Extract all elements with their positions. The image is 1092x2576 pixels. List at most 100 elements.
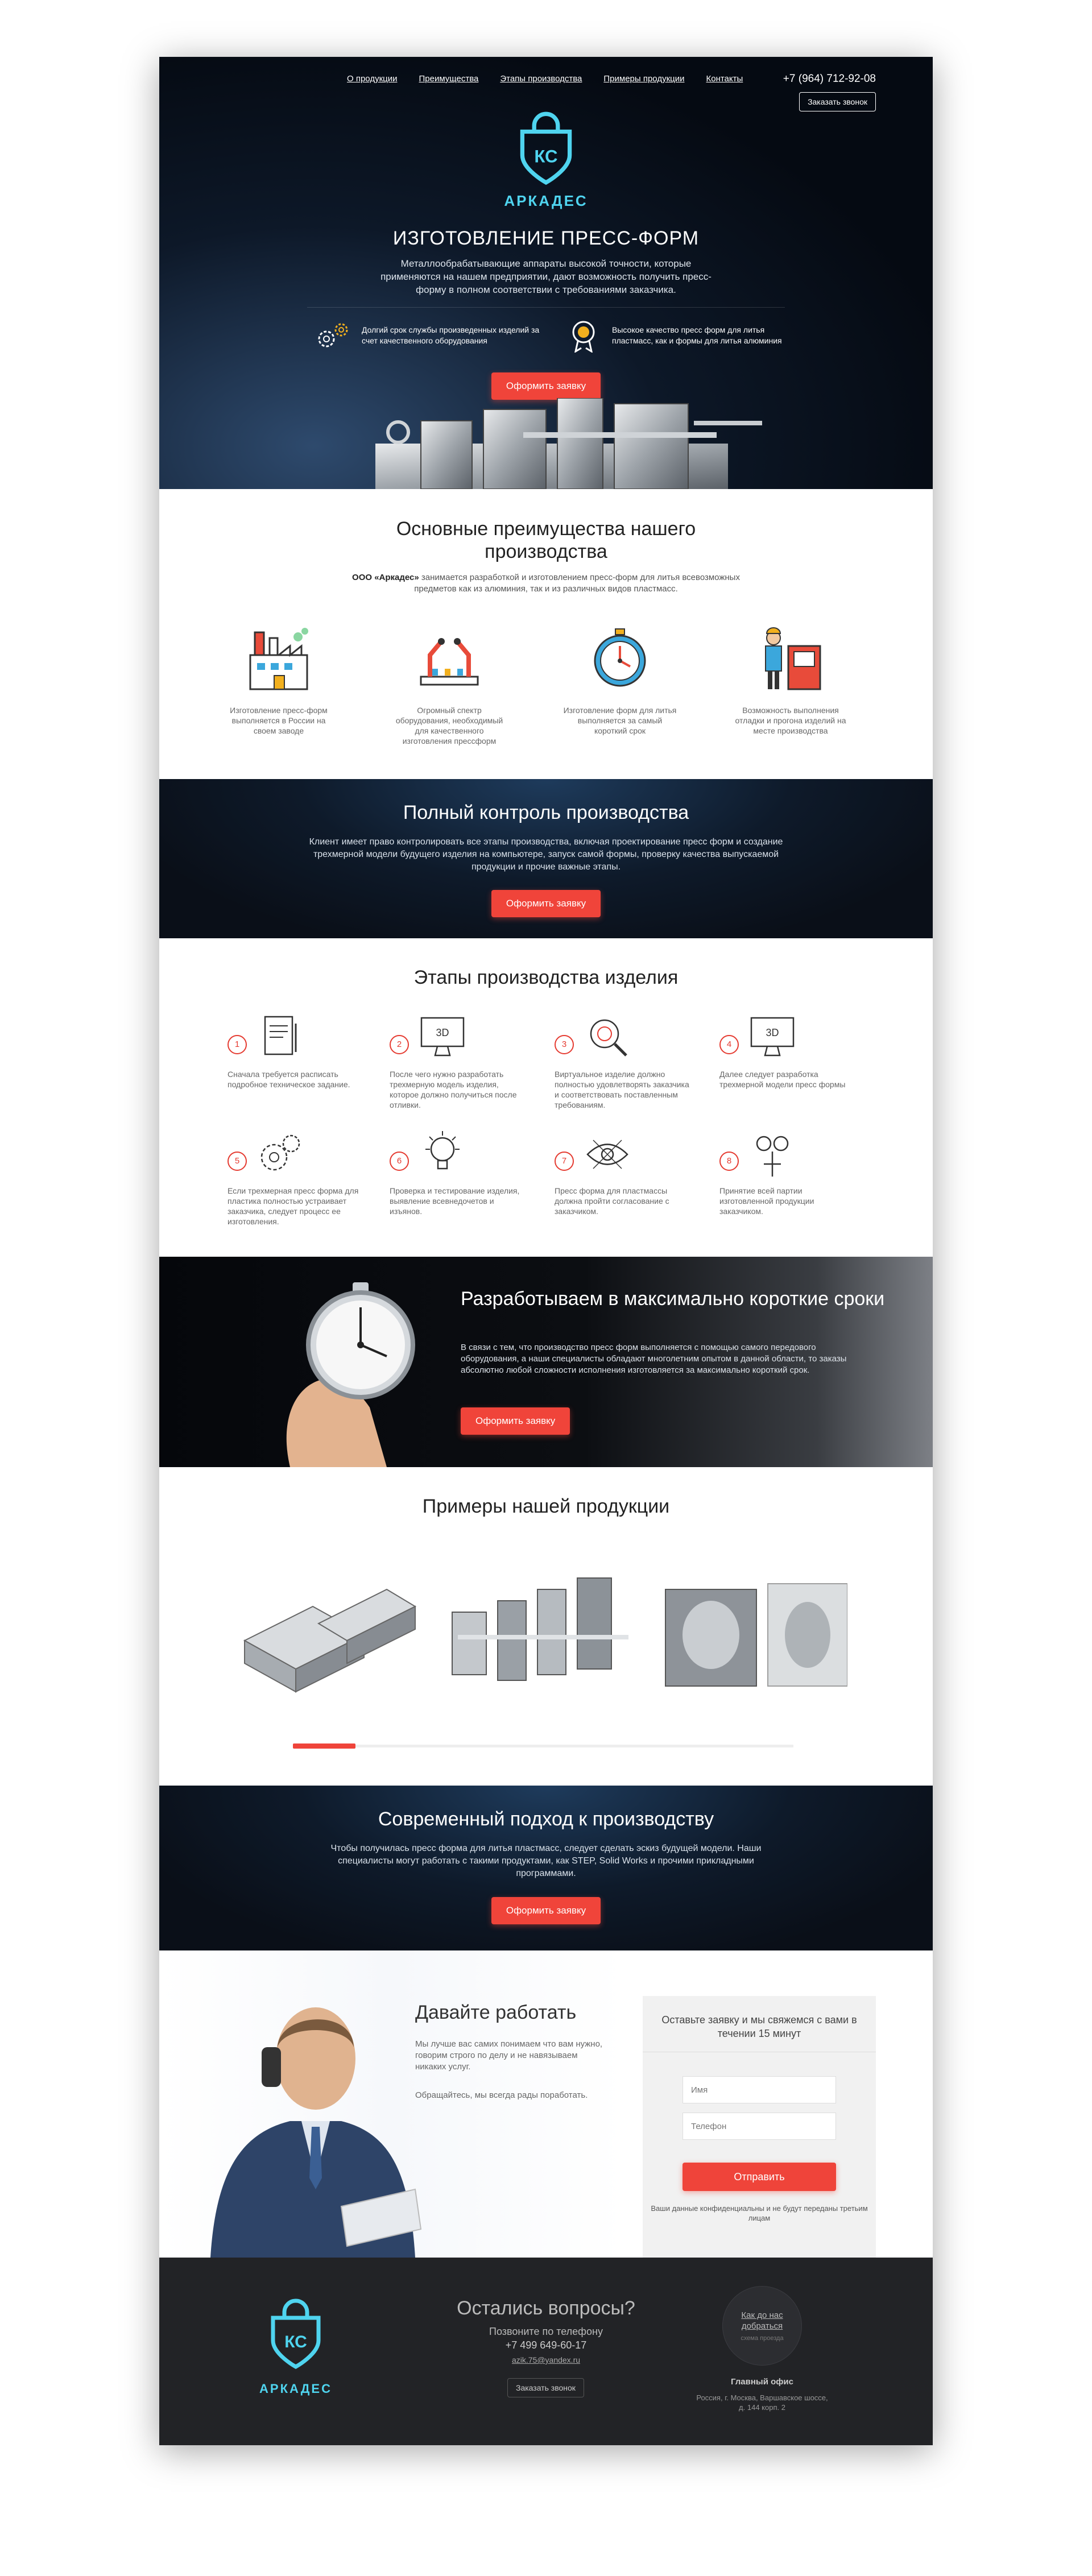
control-section: Полный контроль производства Клиент имее…	[159, 779, 933, 938]
slider-scrollbar-track[interactable]	[293, 1745, 793, 1747]
stage-text: Пресс форма для пластмассы должна пройти…	[555, 1186, 669, 1216]
submit-button[interactable]: Отправить	[682, 2163, 836, 2191]
logo-letters: КС	[534, 147, 557, 167]
contact-title: Давайте работать	[415, 2002, 577, 2023]
hero-feature-durability-text: Долгий срок службы произведенных изделий…	[362, 325, 540, 345]
nav-link-contacts[interactable]: Контакты	[706, 74, 743, 84]
control-text: Клиент имеет право контролировать все эт…	[309, 837, 783, 872]
logo-text: АРКАДЕС	[504, 192, 588, 209]
advantages-section: Основные преимущества нашего производств…	[159, 489, 933, 779]
top-nav: О продукции Преимущества Этапы производс…	[347, 74, 743, 84]
modern-text: Чтобы получилась пресс форма для литья п…	[330, 1844, 762, 1878]
stage-text: Сначала требуется расписать подробное те…	[228, 1070, 350, 1089]
stage-text: Проверка и тестирование изделия, выявлен…	[390, 1186, 520, 1216]
operator-machine-icon	[765, 627, 821, 690]
advantages-title: Основные преимущества нашего производств…	[396, 518, 696, 562]
handshake-acceptance-icon	[756, 1136, 789, 1177]
footer-logo-text: АРКАДЕС	[259, 2382, 332, 2396]
footer-call-text: Позвоните по телефону	[489, 2326, 603, 2337]
contact-section: Давайте работать Мы лучше вас самих пони…	[159, 1950, 933, 2258]
control-order-button[interactable]: Оформить заявку	[491, 890, 601, 917]
advantage-item-text: Возможность выполнения отладки и прогона…	[735, 706, 846, 735]
hero-lead: Металлообрабатывающие аппараты высокой т…	[380, 258, 712, 295]
office-title: Главный офис	[731, 2377, 793, 2387]
hero-feature-quality: Высокое качество пресс форм для литья пл…	[563, 318, 802, 353]
advantage-item: Изготовление пресс-форм выполняется в Ро…	[210, 621, 347, 736]
hero-feature-durability: Долгий срок службы произведенных изделий…	[313, 318, 552, 353]
hero-title: ИЗГОТОВЛЕНИЕ ПРЕСС-ФОРМ	[392, 227, 700, 249]
magnifier-inspection-icon	[590, 1019, 627, 1057]
landing-page: О продукции Преимущества Этапы производс…	[159, 57, 933, 2445]
quality-medal-icon	[572, 321, 595, 353]
hero-divider	[307, 307, 785, 308]
deadline-order-button[interactable]: Оформить заявку	[461, 1407, 570, 1435]
route-circle[interactable]: Как до нас добраться схема проезда	[722, 2286, 802, 2366]
request-form: Оставьте заявку и мы свяжемся с вами в т…	[643, 1996, 876, 2258]
hero-section: О продукции Преимущества Этапы производс…	[159, 57, 933, 489]
stage-text: Далее следует разработка трехмерной моде…	[719, 1070, 846, 1089]
modern-order-button[interactable]: Оформить заявку	[491, 1897, 601, 1924]
stage-number: 3	[555, 1035, 574, 1054]
slider-scrollbar-thumb[interactable]	[293, 1743, 355, 1749]
robotic-line-icon	[420, 638, 479, 686]
advantage-item-text: Огромный спектр оборудования, необходимы…	[395, 706, 503, 746]
deadline-title: Разработываем в максимально короткие сро…	[461, 1288, 885, 1310]
product-mold-image	[243, 1588, 417, 1693]
products-section: Примеры нашей продукции	[159, 1467, 933, 1786]
stage-text: После чего нужно разработать трехмерную …	[390, 1070, 517, 1109]
advantage-item: Возможность выполнения отладки и прогона…	[722, 621, 859, 736]
factory-icon	[249, 628, 308, 690]
footer-logo-letters: КС	[284, 2333, 307, 2351]
phone-input[interactable]	[682, 2113, 836, 2140]
route-link[interactable]: Как до нас добраться	[722, 2310, 802, 2331]
product-cavity-mold-image	[665, 1583, 847, 1687]
name-input[interactable]	[682, 2076, 836, 2103]
stage-number: 5	[228, 1152, 247, 1171]
stage-text: Виртуальное изделие должно полностью удо…	[555, 1070, 689, 1109]
gears-manufacturing-icon	[260, 1134, 300, 1171]
product-exploded-mold-image	[452, 1577, 628, 1681]
stages-section: Этапы производства изделия 1 Сначала тре…	[159, 938, 933, 1257]
contact-text-secondary: Обращайтесь, мы всегда рады поработать.	[415, 2090, 588, 2100]
header-phone[interactable]: +7 (964) 712-92-08	[783, 73, 876, 85]
nav-link-stages[interactable]: Этапы производства	[500, 74, 582, 84]
gears-icon	[318, 323, 348, 347]
press-mold-machine-image	[375, 398, 762, 489]
stage-number: 6	[390, 1152, 409, 1171]
approval-eye-icon	[586, 1140, 628, 1169]
stage-number: 2	[390, 1035, 409, 1054]
stage-number: 7	[555, 1152, 574, 1171]
footer-call-button[interactable]: Заказать звонок	[507, 2378, 584, 2397]
control-title: Полный контроль производства	[403, 802, 689, 823]
header-call-button[interactable]: Заказать звонок	[799, 92, 876, 111]
nav-link-about[interactable]: О продукции	[347, 74, 397, 84]
modern-title: Современный подход к производству	[378, 1808, 714, 1830]
modern-approach-section: Современный подход к производству Чтобы …	[159, 1786, 933, 1950]
nav-link-advantages[interactable]: Преимущества	[419, 74, 478, 84]
advantage-item: Изготовление форм для литья выполняется …	[552, 621, 688, 736]
businessman-photo-image	[210, 2007, 422, 2258]
technical-spec-icon	[264, 1016, 297, 1055]
advantage-item: Огромный спектр оборудования, необходимы…	[381, 621, 518, 746]
nav-link-examples[interactable]: Примеры продукции	[603, 74, 684, 84]
footer-email-link[interactable]: azik.75@yandex.ru	[387, 2355, 705, 2364]
hand-stopwatch-image	[286, 1282, 415, 1467]
advantage-item-text: Изготовление форм для литья выполняется …	[563, 706, 677, 735]
monitor-3d-model-icon: 3D	[420, 1017, 465, 1057]
privacy-note: Ваши данные конфиденциальны и не будут п…	[651, 2204, 868, 2222]
form-title: Оставьте заявку и мы свяжемся с вами в т…	[661, 2014, 857, 2039]
stopwatch-icon	[594, 628, 646, 687]
route-subtitle: схема проезда	[741, 2335, 784, 2342]
hero-order-button[interactable]: Оформить заявку	[491, 372, 601, 400]
products-title: Примеры нашей продукции	[422, 1496, 670, 1517]
deadline-text: В связи с тем, что производство пресс фо…	[461, 1343, 847, 1375]
stage-text: Если трехмерная пресс форма для пластика…	[228, 1186, 359, 1226]
lightbulb-testing-icon	[425, 1131, 460, 1170]
stages-title: Этапы производства изделия	[413, 967, 679, 988]
stage-number: 4	[719, 1035, 739, 1054]
footer-phone[interactable]: +7 499 649-60-17	[387, 2339, 705, 2351]
company-name: ООО «Аркадес»	[352, 573, 419, 582]
footer-title: Остались вопросы?	[457, 2297, 635, 2319]
hero-feature-quality-text: Высокое качество пресс форм для литья пл…	[612, 325, 782, 345]
advantages-intro: ООО «Аркадес» занимается разработкой и и…	[347, 572, 745, 595]
